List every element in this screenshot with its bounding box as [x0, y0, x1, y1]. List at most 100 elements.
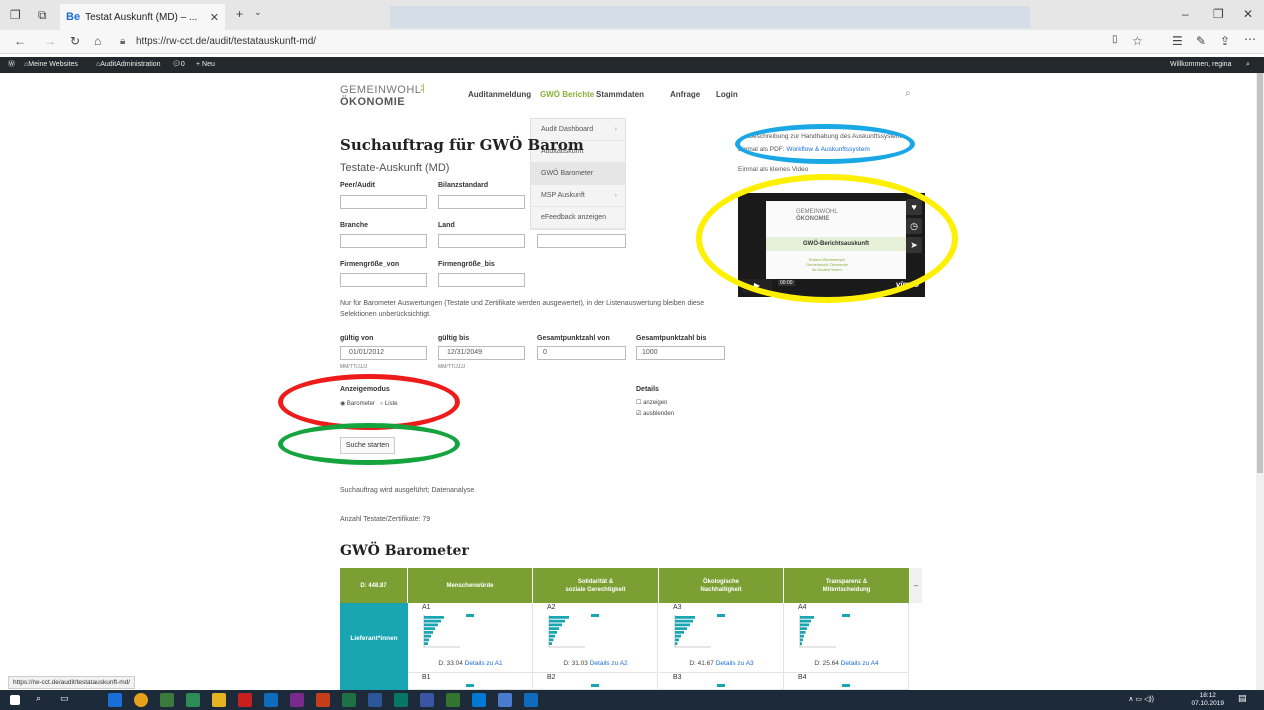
mini-chart-bar	[675, 623, 690, 627]
extra-filter-input[interactable]	[537, 234, 626, 248]
publisher-taskbar-icon[interactable]	[446, 693, 460, 707]
suche-starten-button[interactable]: Suche starten	[340, 437, 395, 454]
refresh-icon[interactable]: ↻	[70, 34, 80, 48]
reading-view-icon[interactable]: ▯	[1112, 34, 1118, 45]
send-icon[interactable]: ➤	[906, 237, 922, 253]
action-center-icon[interactable]: ▤	[1238, 693, 1252, 707]
site-search-icon[interactable]: ⌕	[905, 88, 911, 99]
favorite-star-icon[interactable]: ☆	[1132, 34, 1143, 48]
cell-details-link[interactable]: Details zu A3	[716, 660, 754, 667]
checkbox-unchecked-icon[interactable]: ☐	[636, 400, 641, 406]
details-ausblenden-label: ausblenden	[643, 411, 675, 417]
task-view-icon[interactable]: ▭	[60, 693, 74, 707]
word-taskbar-icon[interactable]	[368, 693, 382, 707]
favorites-hub-icon[interactable]: ☰	[1172, 34, 1183, 48]
radio-liste-icon[interactable]: ○	[380, 401, 384, 407]
dropdown-item-efeedback[interactable]: eFeedback anzeigen	[531, 207, 625, 229]
tab-preview-icon[interactable]: ⧉	[38, 8, 47, 23]
dropdown-item-gwoe-barometer[interactable]: GWÖ Barometer	[531, 163, 625, 185]
share-icon[interactable]: ⇪	[1220, 34, 1230, 48]
app3-taskbar-icon[interactable]	[160, 693, 174, 707]
radio-barometer-label[interactable]: Barometer	[347, 401, 375, 407]
network-taskbar-icon[interactable]	[472, 693, 486, 707]
cell-details-link[interactable]: Details zu A4	[841, 660, 879, 667]
tab-list-chevron-icon[interactable]: ⌄	[254, 7, 262, 18]
nav-auditanmeldung[interactable]: Auditanmeldung	[468, 90, 531, 99]
gueltig-bis-input[interactable]: 12/31/2049	[438, 346, 525, 360]
checkbox-checked-icon[interactable]: ☑	[636, 411, 641, 417]
outlook2-taskbar-icon[interactable]	[524, 693, 538, 707]
nav-anfrage[interactable]: Anfrage	[670, 90, 700, 99]
window-close-icon[interactable]: ✕	[1243, 7, 1253, 21]
system-tray-icons[interactable]: ∧ ▭ ◁))	[1128, 695, 1154, 703]
tab-actions-icon[interactable]: ❐	[10, 8, 21, 22]
chevron-right-icon: ›	[614, 192, 617, 199]
radio-barometer-icon[interactable]: ◉	[340, 401, 345, 407]
explorer-taskbar-icon[interactable]	[212, 693, 226, 707]
vimeo-video-player[interactable]: GEMEINWOHL ÖKONOMIE GWÖ-Berichtsauskunft …	[738, 193, 925, 297]
scrollbar-thumb[interactable]	[1257, 73, 1263, 473]
minimize-icon[interactable]: –	[1182, 7, 1189, 21]
heart-icon[interactable]: ♥	[906, 199, 922, 215]
cell-details-link[interactable]: Details zu A1	[465, 660, 503, 667]
powerpoint-taskbar-icon[interactable]	[316, 693, 330, 707]
more-icon[interactable]: ⋯	[1244, 32, 1256, 46]
firmengroesse-bis-input[interactable]	[438, 273, 525, 287]
site-name-link[interactable]: ⌂ AuditAdministration	[96, 57, 161, 73]
firmengroesse-von-input[interactable]	[340, 273, 427, 287]
site-logo[interactable]: GEMEINWOHL ÖKONOMIE ⺦	[340, 84, 450, 110]
gesamtpunktzahl-bis-input[interactable]: 1000	[636, 346, 725, 360]
workflow-pdf-link[interactable]: Workflow & Auskunftssystem	[786, 146, 869, 153]
details-ausblenden-row[interactable]: ☑ ausblenden	[636, 410, 674, 417]
radio-liste-label[interactable]: Liste	[385, 401, 398, 407]
project-taskbar-icon[interactable]	[394, 693, 408, 707]
peer-audit-input[interactable]	[340, 195, 427, 209]
bilanzstandard-input[interactable]	[438, 195, 525, 209]
excel-taskbar-icon[interactable]	[342, 693, 356, 707]
page-scrollbar[interactable]	[1256, 73, 1264, 690]
outlook-taskbar-icon[interactable]	[264, 693, 278, 707]
nav-stammdaten[interactable]: Stammdaten	[596, 90, 644, 99]
admin-search-icon[interactable]: ⌕	[1246, 57, 1250, 73]
visio-taskbar-icon[interactable]	[420, 693, 434, 707]
details-anzeigen-row[interactable]: ☐ anzeigen	[636, 399, 667, 406]
land-input[interactable]	[438, 234, 525, 248]
maximize-icon[interactable]: ❐	[1213, 7, 1224, 21]
tab-close-icon[interactable]: ✕	[210, 11, 219, 24]
cell-code: A4	[798, 604, 807, 611]
nav-login[interactable]: Login	[716, 90, 738, 99]
branche-input[interactable]	[340, 234, 427, 248]
barometer-cell: B1	[408, 673, 533, 690]
cell-details-link[interactable]: Details zu A2	[590, 660, 628, 667]
vimeo-logo[interactable]: vimeo	[896, 280, 919, 289]
pen-icon[interactable]: ✎	[1196, 34, 1206, 48]
acrobat-taskbar-icon[interactable]	[238, 693, 252, 707]
back-icon[interactable]: ←	[14, 34, 26, 48]
edge-taskbar-icon[interactable]	[108, 693, 122, 707]
windows-start-icon[interactable]	[10, 695, 20, 705]
gesamtpunktzahl-von-input[interactable]: 0	[537, 346, 626, 360]
wordpress-logo-icon[interactable]: Ⓦ	[8, 57, 15, 73]
clock-icon[interactable]: ◷	[906, 218, 922, 234]
play-icon[interactable]: ▶	[742, 279, 772, 293]
forward-icon[interactable]: →	[44, 34, 56, 48]
home-icon[interactable]: ⌂	[94, 34, 101, 48]
comments-link[interactable]: 💬︎ 0	[172, 57, 185, 73]
welcome-user-link[interactable]: Willkommen, regina	[1170, 57, 1231, 73]
taskbar-clock[interactable]: 18:12 07.10.2019	[1191, 692, 1224, 708]
table-collapse-toggle[interactable]: –	[910, 568, 922, 603]
mini-chart-bar	[549, 616, 569, 619]
onenote-taskbar-icon[interactable]	[290, 693, 304, 707]
new-content-link[interactable]: + Neu	[196, 57, 215, 73]
app16-taskbar-icon[interactable]	[498, 693, 512, 707]
gueltig-von-input[interactable]: 01/01/2012	[340, 346, 427, 360]
dropdown-item-msp-auskunft[interactable]: MSP Auskunft ›	[531, 185, 625, 207]
url-input[interactable]: 🔒︎ https://rw-cct.de/audit/testatauskunf…	[120, 33, 1150, 51]
new-tab-icon[interactable]: +	[236, 7, 243, 21]
app4-taskbar-icon[interactable]	[186, 693, 200, 707]
nav-gwoe-berichte[interactable]: GWÖ Berichte	[540, 90, 594, 99]
taskbar-search-icon[interactable]: ⌕	[36, 693, 50, 707]
chrome-taskbar-icon[interactable]	[134, 693, 148, 707]
my-sites-link[interactable]: ⌂ Meine Websites	[24, 57, 78, 73]
browser-tab[interactable]: Be Testat Auskunft (MD) – ... ✕	[60, 4, 225, 30]
